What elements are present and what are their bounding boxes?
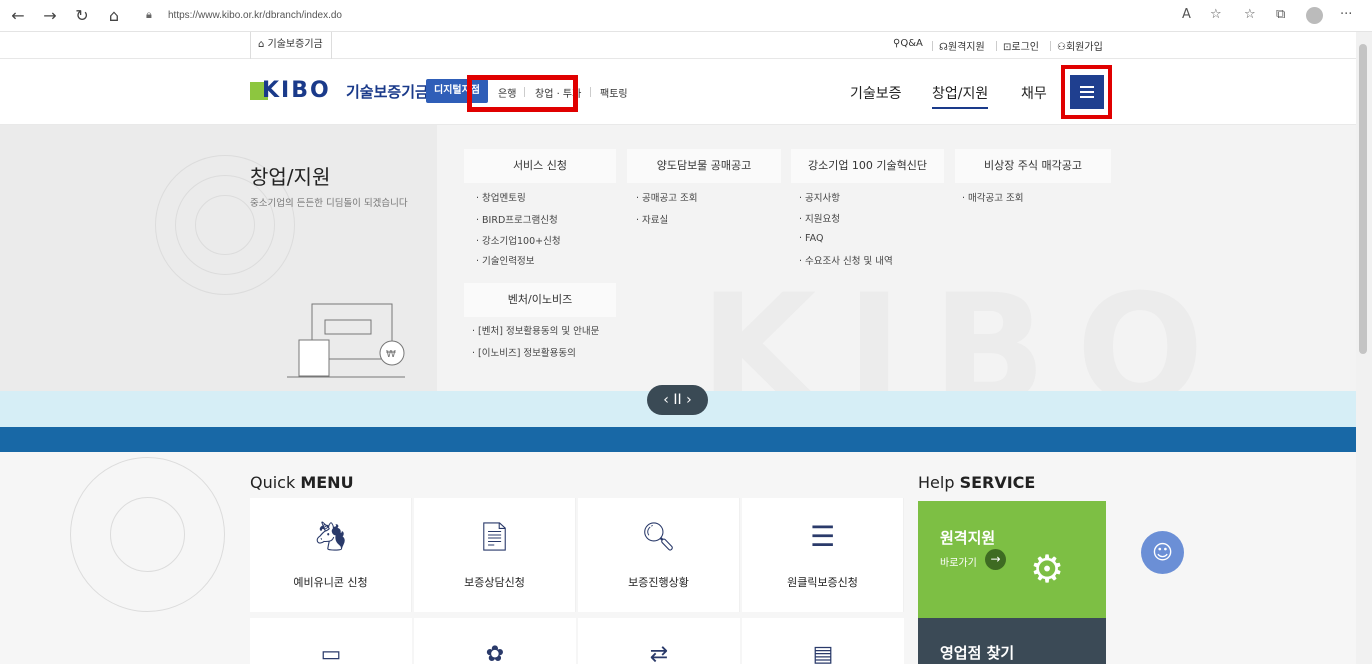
home-link[interactable]: ⌂ 기술보증기금 — [250, 32, 332, 59]
scroll-thumb[interactable] — [1359, 44, 1367, 354]
factoring-link[interactable]: 팩토링 — [600, 85, 628, 100]
slider-controls: ‹ II › — [647, 385, 708, 415]
quick-menu-title: Quick MENU — [250, 473, 354, 492]
menu-item-startup-mentoring[interactable]: · 창업멘토링 — [476, 190, 526, 204]
menu-item-venture-consent[interactable]: · [벤처] 정보활용동의 및 안내문 — [472, 323, 599, 337]
menu-item-innobiz-consent[interactable]: · [이노비즈] 정보활용동의 — [472, 345, 576, 359]
menu-item-demand-survey[interactable]: · 수요조사 신청 및 내역 — [799, 253, 893, 267]
logo-name[interactable]: 기술보증기금 — [346, 81, 429, 102]
divider — [996, 41, 997, 51]
bird-highlight-box — [467, 75, 578, 112]
home-icon: ⌂ — [258, 39, 268, 50]
home-icon[interactable]: ⌂ — [104, 6, 124, 26]
menu-item-support-request[interactable]: · 지원요청 — [799, 211, 840, 225]
quick-menu-item[interactable]: 🦄︎ 예비유니콘 신청 — [250, 498, 412, 612]
mega-menu-title: 창업/지원 — [250, 165, 331, 189]
menu-item-archive[interactable]: · 자료실 — [636, 212, 668, 226]
menu-heading-collateral-auction[interactable]: 양도담보물 공매공고 — [627, 149, 781, 183]
profile-icon[interactable] — [1306, 7, 1323, 24]
gear-icon: ⚙ — [1030, 547, 1065, 591]
home-label: 기술보증기금 — [267, 39, 323, 50]
more-icon[interactable]: ··· — [1340, 7, 1352, 22]
mega-menu-description: 중소기업의 든든한 디딤돌이 되겠습니다 — [250, 198, 408, 209]
favorite-add-icon[interactable]: ☆ — [1210, 7, 1222, 22]
quick-menu-label: 보증상담신청 — [464, 576, 525, 589]
unicorn-icon: 🦄︎ — [312, 520, 349, 553]
site-header: KIBO 기술보증기금 디지털지점 은행 창업 · 투자 팩토링 기술보증 창업… — [0, 59, 1356, 125]
logo-text[interactable]: KIBO — [262, 78, 331, 103]
signup-link[interactable]: ⚇회원가입 — [1057, 38, 1103, 53]
banner-strip — [0, 427, 1356, 452]
quick-menu-item[interactable]: 🔍︎ 보증진행상황 — [578, 498, 740, 612]
utility-bar: ⌂ 기술보증기금 ⚲Q&A ☊원격지원 ⊡로그인 ⚇회원가입 — [0, 32, 1356, 59]
quick-menu-item[interactable]: 📄︎ 보증상담신청 — [414, 498, 576, 612]
forward-icon[interactable]: → — [40, 6, 60, 26]
divider — [1050, 41, 1051, 51]
divider — [590, 87, 591, 97]
document-icon: 📄︎ — [476, 520, 513, 553]
nav-guarantee[interactable]: 기술보증 — [850, 83, 902, 103]
click-document-icon: ☰ — [809, 520, 836, 553]
collections-icon[interactable]: ⧉ — [1276, 7, 1285, 22]
next-slide-button[interactable]: › — [686, 392, 692, 408]
divider — [932, 41, 933, 51]
chat-icon: ▤ — [812, 642, 834, 667]
menu-heading-innovation-team[interactable]: 강소기업 100 기술혁신단 — [791, 149, 944, 183]
arrow-right-icon[interactable]: → — [985, 549, 1006, 570]
branch-finder-title: 영업점 찾기 — [940, 644, 1015, 662]
qna-link[interactable]: ⚲Q&A — [893, 38, 923, 49]
card-icon: ▭ — [320, 642, 342, 667]
user-icon: ⚇ — [1057, 42, 1066, 53]
headset-icon: ☊ — [939, 42, 948, 53]
decoration — [110, 497, 185, 572]
sprout-icon: ✿ — [485, 642, 505, 667]
nav-startup-support[interactable]: 창업/지원 — [932, 83, 989, 109]
quick-menu-label: 예비유니콘 신청 — [293, 576, 368, 589]
back-icon[interactable]: ← — [8, 6, 28, 26]
menu-heading-service-request[interactable]: 서비스 신청 — [464, 149, 616, 183]
exchange-icon: ⇄ — [649, 642, 669, 667]
quick-menu-item[interactable]: ▭ — [250, 618, 412, 667]
address-bar[interactable]: https://www.kibo.or.kr/dbranch/index.do — [168, 10, 342, 21]
menu-item-sale-notice[interactable]: · 매각공고 조회 — [962, 190, 1024, 204]
menu-item-tech-staff-info[interactable]: · 기술인력정보 — [476, 253, 534, 267]
menu-item-small-giant-100[interactable]: · 강소기업100+신청 — [476, 233, 561, 247]
browser-toolbar: ← → ↻ ⌂ 🔒︎ https://www.kibo.or.kr/dbranc… — [0, 0, 1372, 32]
branch-finder-card[interactable]: 영업점 찾기 — [918, 618, 1106, 664]
quick-menu-label: 원클릭보증신청 — [787, 576, 858, 589]
menu-item-notice[interactable]: · 공지사항 — [799, 190, 840, 204]
quick-menu-item[interactable]: ▤ — [742, 618, 904, 667]
shortcut-label: 바로가기 — [940, 558, 977, 569]
quick-menu-label: 보증진행상황 — [628, 576, 689, 589]
refresh-icon[interactable]: ↻ — [72, 6, 92, 26]
decoration — [195, 195, 255, 255]
menu-item-bird-program[interactable]: · BIRD프로그램신청 — [476, 212, 558, 226]
svg-text:₩: ₩ — [386, 349, 396, 360]
lock-icon[interactable]: 🔒︎ — [146, 8, 152, 22]
search-document-icon: 🔍︎ — [640, 520, 677, 553]
mega-menu-intro: ₩ — [0, 125, 437, 391]
quick-menu-item[interactable]: ✿ — [414, 618, 576, 667]
menu-item-auction-search[interactable]: · 공매공고 조회 — [636, 190, 698, 204]
menu-heading-venture-innobiz[interactable]: 벤처/이노비즈 — [464, 283, 616, 317]
pause-slide-button[interactable]: II — [673, 392, 681, 408]
login-link[interactable]: ⊡로그인 — [1003, 38, 1039, 53]
quick-menu-item[interactable]: ☰ 원클릭보증신청 — [742, 498, 904, 612]
nav-debt[interactable]: 채무 — [1021, 83, 1047, 103]
quick-menu-item[interactable]: ⇄ — [578, 618, 740, 667]
favorites-icon[interactable]: ☆ — [1244, 7, 1256, 22]
remote-support-link[interactable]: ☊원격지원 — [939, 38, 985, 53]
prev-slide-button[interactable]: ‹ — [663, 392, 669, 408]
remote-support-title: 원격지원 — [940, 529, 996, 547]
read-aloud-icon[interactable]: A — [1182, 7, 1191, 22]
remote-support-card[interactable]: 원격지원 바로가기 → ⚙ — [918, 501, 1106, 618]
computer-illustration-icon: ₩ — [287, 303, 405, 378]
chatbot-icon[interactable]: ☺ — [1141, 531, 1184, 574]
menu-highlight-box — [1061, 65, 1112, 119]
menu-heading-unlisted-stock[interactable]: 비상장 주식 매각공고 — [955, 149, 1111, 183]
menu-item-faq[interactable]: · FAQ — [799, 233, 823, 244]
mega-menu: ₩ 창업/지원 중소기업의 든든한 디딤돌이 되겠습니다 KIBO 서비스 신청… — [0, 125, 1356, 425]
help-service-title: Help SERVICE — [918, 473, 1036, 492]
